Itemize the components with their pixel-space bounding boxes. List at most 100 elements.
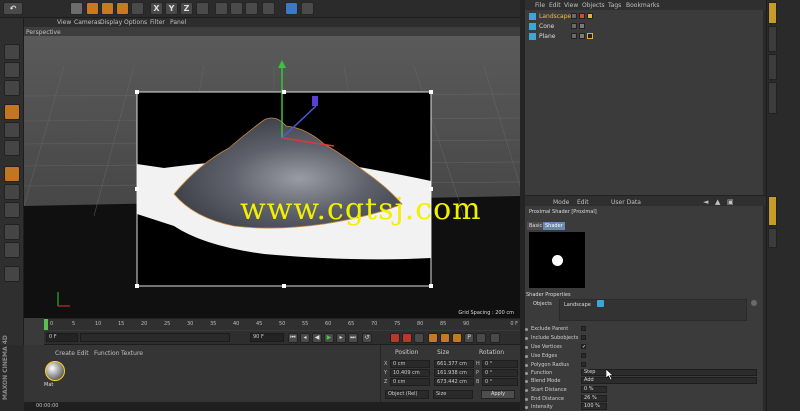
viewport-menu-cameras[interactable]: Cameras <box>74 19 101 26</box>
render-view-button[interactable] <box>215 2 228 15</box>
position-x-field[interactable]: 0 cm <box>390 360 430 368</box>
attributes-tab[interactable] <box>768 196 777 226</box>
planar-workplane-button[interactable] <box>4 266 20 282</box>
start-distance-field[interactable]: 0 % <box>581 386 607 393</box>
render-toggle[interactable] <box>579 23 585 29</box>
content-browser-tab[interactable] <box>768 54 777 80</box>
material-name[interactable]: Mat <box>44 382 53 388</box>
phong-tag-icon[interactable] <box>587 13 593 19</box>
object-menu-view[interactable]: View <box>564 2 578 9</box>
go-to-start-button[interactable]: ⏮ <box>288 333 298 343</box>
animation-dot[interactable] <box>525 337 528 340</box>
viewport-menu-display[interactable]: Display <box>100 19 122 26</box>
visibility-toggle[interactable] <box>571 13 577 19</box>
render-settings-button[interactable] <box>262 2 275 15</box>
object-menu-file[interactable]: File <box>535 2 545 9</box>
animation-dot[interactable] <box>525 398 528 401</box>
up-arrow-icon[interactable]: ▲ <box>715 198 720 206</box>
coordinate-mode-dropdown[interactable]: Object (Rel) <box>385 390 429 399</box>
recent-tool-button[interactable] <box>131 2 144 15</box>
locked-workplane-button[interactable] <box>4 242 20 258</box>
viewport-menu-options[interactable]: Options <box>124 19 147 26</box>
attribute-menu-user-data[interactable]: User Data <box>611 199 641 206</box>
rotation-p-field[interactable]: 0 ° <box>482 369 518 377</box>
make-editable-button[interactable] <box>4 44 20 60</box>
layer-tab[interactable] <box>768 228 777 248</box>
rotate-tool-button[interactable] <box>116 2 129 15</box>
viewport-menu-panel[interactable]: Panel <box>170 19 186 26</box>
animation-dot[interactable] <box>525 364 528 367</box>
y-axis-button[interactable]: Y <box>165 2 178 15</box>
animation-dot[interactable] <box>525 389 528 392</box>
timeline-ruler[interactable]: 0 5 10 15 20 25 30 35 40 45 50 55 60 65 … <box>44 318 520 330</box>
coordinate-system-button[interactable] <box>196 2 209 15</box>
material-tag-icon[interactable] <box>587 33 593 39</box>
playhead-marker[interactable] <box>44 319 48 330</box>
rotation-key-button[interactable] <box>452 333 462 343</box>
visibility-toggle[interactable] <box>571 33 577 39</box>
tweak-mode-button[interactable] <box>4 202 20 218</box>
size-y-field[interactable]: 161.938 cm <box>434 369 474 377</box>
material-menu-function[interactable]: Function <box>94 350 120 357</box>
object-menu-objects[interactable]: Objects <box>582 2 605 9</box>
animation-dot[interactable] <box>525 406 528 409</box>
workplane-button[interactable] <box>4 80 20 96</box>
render-picture-viewer-button[interactable] <box>230 2 243 15</box>
play-forward-button[interactable]: ▶ <box>324 333 334 343</box>
points-mode-button[interactable] <box>4 122 20 138</box>
autokeying-button[interactable] <box>402 333 412 343</box>
animation-dot[interactable] <box>525 328 528 331</box>
attribute-menu-mode[interactable]: Mode <box>553 199 569 206</box>
edit-render-settings-button[interactable] <box>245 2 258 15</box>
timeline-layout-button[interactable] <box>490 333 500 343</box>
object-menu-bookmarks[interactable]: Bookmarks <box>626 2 660 9</box>
use-edges-checkbox[interactable] <box>581 353 586 358</box>
back-arrow-icon[interactable]: ◄ <box>703 198 708 206</box>
use-vertices-checkbox[interactable]: ✓ <box>581 344 586 350</box>
perspective-viewport[interactable]: Grid Spacing : 200 cm <box>24 36 520 318</box>
scale-key-button[interactable] <box>440 333 450 343</box>
animation-dot[interactable] <box>525 355 528 358</box>
play-backward-button[interactable]: ◀ <box>312 333 322 343</box>
polygon-radius-checkbox[interactable] <box>581 362 586 367</box>
end-distance-field[interactable]: 26 % <box>581 395 607 402</box>
viewport-menu-view[interactable]: View <box>57 19 71 26</box>
tab-shader[interactable]: Shader <box>543 222 565 230</box>
render-toggle[interactable] <box>579 33 585 39</box>
object-row-cone[interactable]: Cone <box>527 22 764 31</box>
rotation-b-field[interactable]: 0 ° <box>482 378 518 386</box>
snap-button[interactable] <box>4 224 20 240</box>
list-options-icon[interactable] <box>751 300 757 306</box>
texture-mode-button[interactable] <box>4 62 20 78</box>
objects-tab[interactable] <box>768 2 777 24</box>
move-tool-button[interactable] <box>86 2 99 15</box>
material-menu-create[interactable]: Create <box>55 350 75 357</box>
tab-basic[interactable]: Basic <box>527 222 545 230</box>
object-row-landscape[interactable]: Landscape <box>527 12 764 21</box>
animation-dot[interactable] <box>525 372 528 375</box>
size-x-field[interactable]: 661.377 cm <box>434 360 474 368</box>
polygons-mode-button[interactable] <box>4 166 20 182</box>
point-level-animation-button[interactable] <box>476 333 486 343</box>
edges-mode-button[interactable] <box>4 140 20 156</box>
start-frame-field[interactable]: 0 F <box>46 333 78 342</box>
spline-button[interactable] <box>301 2 314 15</box>
position-y-field[interactable]: 10.409 cm <box>390 369 430 377</box>
undo-button[interactable]: ↶ <box>3 2 23 15</box>
intensity-field[interactable]: 100 % <box>581 403 607 410</box>
structure-tab[interactable] <box>768 26 777 52</box>
lock-icon[interactable]: ▣ <box>727 198 734 206</box>
exclude-parent-checkbox[interactable] <box>581 326 586 331</box>
preview-range-slider[interactable] <box>80 333 230 342</box>
cube-primitive-button[interactable] <box>285 2 298 15</box>
object-menu-tags[interactable]: Tags <box>608 2 621 9</box>
position-z-field[interactable]: 0 cm <box>390 378 430 386</box>
live-selection-button[interactable] <box>70 2 83 15</box>
animation-dot[interactable] <box>525 380 528 383</box>
object-row-plane[interactable]: Plane <box>527 32 764 41</box>
z-axis-button[interactable]: Z <box>180 2 193 15</box>
material-tag-icon[interactable] <box>579 13 585 19</box>
viewport-menu-filter[interactable]: Filter <box>150 19 165 26</box>
material-menu-edit[interactable]: Edit <box>77 350 89 357</box>
animation-dot[interactable] <box>525 346 528 349</box>
